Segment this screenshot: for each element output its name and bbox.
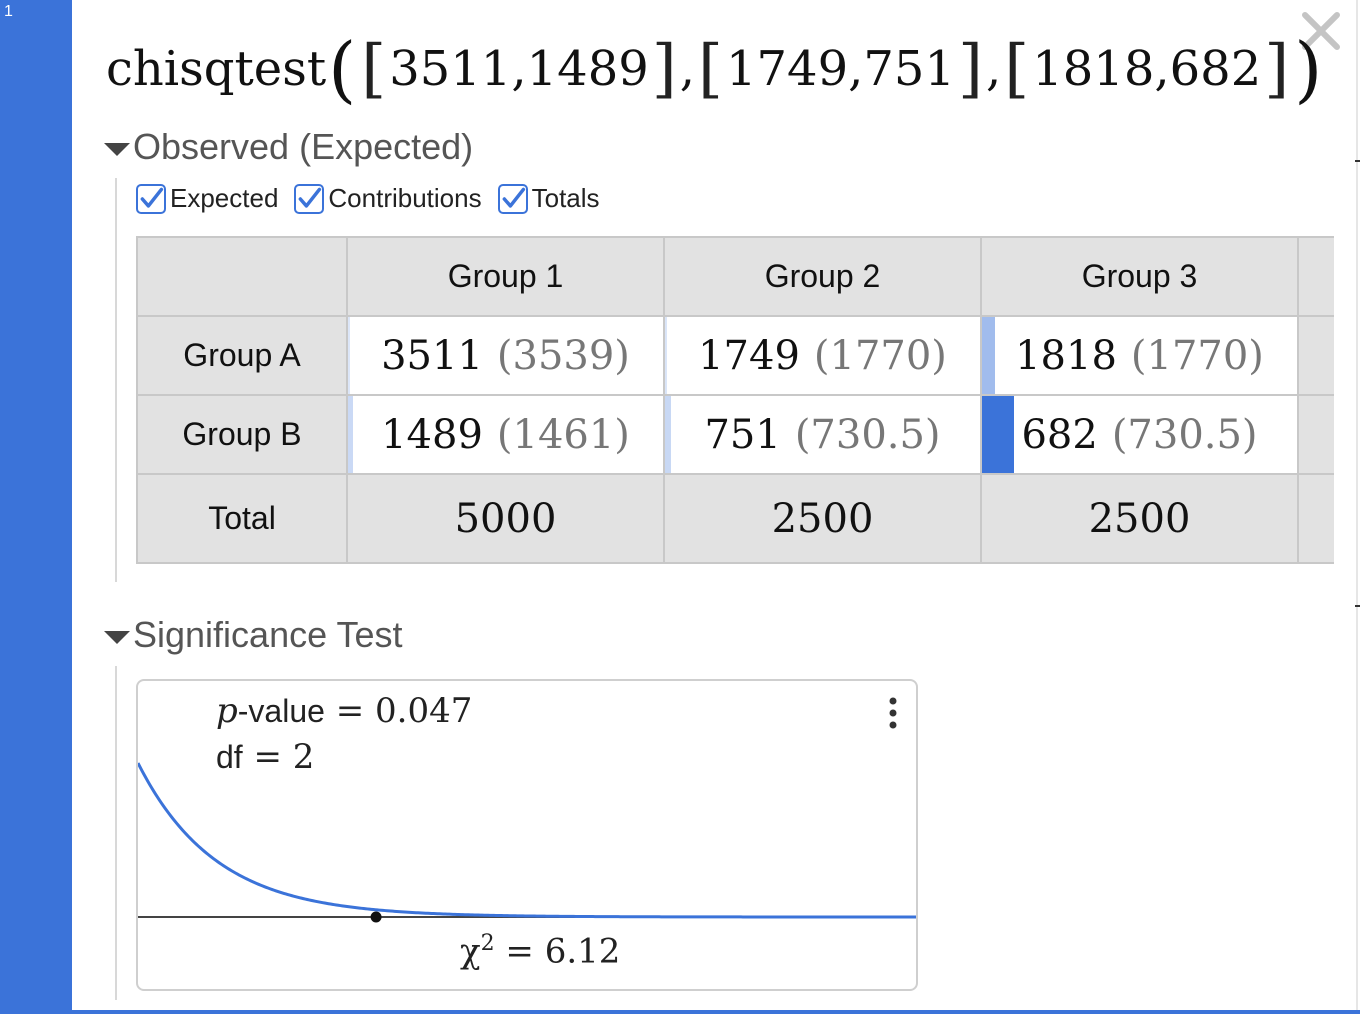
contributions-checkbox-label: Contributions [328, 183, 482, 213]
chi-exponent: 2 [480, 931, 495, 956]
p-symbol: p [216, 691, 238, 731]
row-header-group-b: Group B [136, 394, 348, 475]
open-paren: ( [328, 27, 357, 111]
observed-value: 682 [1021, 411, 1098, 458]
observed-value: 3511 [381, 332, 483, 379]
expected-value: (730.5) [794, 411, 941, 458]
contribution-bar [982, 396, 1014, 473]
table-cell[interactable]: 1818 (1770) [980, 315, 1299, 396]
p-value-word: -value [237, 693, 325, 729]
contribution-bar [982, 317, 995, 394]
list-3-value-1: 1818 [1032, 41, 1155, 97]
list-1-value-1: 3511 [389, 41, 512, 97]
collapse-triangle-icon [104, 142, 130, 156]
df-value: 2 [292, 737, 315, 777]
list-2-value-2: 751 [863, 41, 956, 97]
expression-input[interactable]: chisqtest ( [ 3511, 1489 ], [ 1749, 751 ],… [106, 24, 1324, 114]
scroll-tick [1355, 605, 1360, 607]
chi-value: 6.12 [544, 931, 621, 972]
table-row: Group A 3511 (3539) 1749 (1770) 1818 (1770) [136, 315, 1339, 396]
observed-section-toggle[interactable]: Observed (Expected) [104, 126, 473, 168]
line-number: 1 [4, 3, 13, 20]
list-2-value-1: 1749 [725, 41, 849, 97]
extra-column-cell [1297, 315, 1339, 396]
checkbox-checked-icon [497, 183, 528, 214]
column-header-group-2: Group 2 [663, 236, 982, 317]
table-cell[interactable]: 751 (730.5) [663, 394, 982, 475]
significance-card: p-value = 0.047 df = 2 χ2 = 6.12 [136, 679, 918, 991]
totals-checkbox-label: Totals [531, 183, 600, 213]
expected-checkbox[interactable]: Expected [136, 183, 278, 214]
table-cell[interactable]: 3511 (3539) [346, 315, 665, 396]
extra-column-cell [1297, 394, 1339, 475]
expected-value: (1770) [813, 332, 947, 379]
table-header-row: Group 1 Group 2 Group 3 [136, 236, 1339, 317]
more-vertical-icon [889, 697, 897, 729]
observed-section-title: Observed (Expected) [133, 126, 474, 167]
p-value: 0.047 [375, 691, 473, 731]
expected-value: (1770) [1130, 332, 1264, 379]
table-cell[interactable]: 1489 (1461) [346, 394, 665, 475]
expected-checkbox-label: Expected [170, 183, 279, 213]
checkbox-checked-icon [136, 183, 166, 214]
totals-checkbox[interactable]: Totals [497, 183, 600, 214]
row-header-total: Total [136, 473, 348, 564]
expected-value: (3539) [496, 332, 630, 379]
total-group-2: 2500 [663, 473, 982, 564]
display-options: Expected Contributions Totals [136, 183, 616, 214]
df-line: df = 2 [216, 737, 315, 777]
left-gutter: 1 [0, 0, 72, 1014]
observed-value: 1489 [381, 411, 483, 458]
table-cell[interactable]: 1749 (1770) [663, 315, 982, 396]
total-group-3: 2500 [980, 473, 1299, 564]
chi-square-statistic-label: χ2 = 6.12 [460, 931, 621, 972]
scroll-tick [1355, 160, 1360, 162]
section-guide-line [115, 666, 117, 1000]
contribution-bar [665, 317, 667, 394]
p-value-line: p-value = 0.047 [216, 691, 473, 731]
contingency-table: Group 1 Group 2 Group 3 Group A 3511 (353… [136, 236, 1339, 564]
section-guide-line [115, 178, 117, 582]
totals-row: Total 5000 2500 2500 [136, 473, 1339, 564]
chi-square-curve [138, 762, 916, 919]
collapse-triangle-icon [104, 630, 130, 644]
contributions-checkbox[interactable]: Contributions [294, 183, 482, 214]
function-name: chisqtest [106, 41, 327, 97]
list-3-value-2: 682 [1169, 41, 1262, 97]
observed-value: 1749 [698, 332, 800, 379]
table-cell[interactable]: 682 (730.5) [980, 394, 1299, 475]
chi-symbol: χ [460, 931, 481, 972]
significance-section-title: Significance Test [133, 614, 403, 655]
list-1-value-2: 1489 [526, 41, 649, 97]
contribution-bar [665, 396, 671, 473]
table-row: Group B 1489 (1461) 751 (730.5) 682 (730.5) [136, 394, 1339, 475]
table-overflow-mask [1334, 232, 1356, 572]
total-group-1: 5000 [346, 473, 665, 564]
extra-column-header [1297, 236, 1339, 317]
row-header-group-a: Group A [136, 315, 348, 396]
df-label: df [216, 739, 243, 775]
extra-column-cell [1297, 473, 1339, 564]
observed-value: 751 [704, 411, 781, 458]
checkbox-checked-icon [294, 183, 325, 214]
column-header-group-1: Group 1 [346, 236, 665, 317]
corner-cell [136, 236, 348, 317]
test-statistic-point [370, 911, 382, 923]
expected-value: (1461) [496, 411, 630, 458]
more-options-button[interactable] [884, 695, 902, 731]
contribution-bar [348, 317, 350, 394]
panel-bottom-border [72, 1010, 1360, 1014]
column-header-group-3: Group 3 [980, 236, 1299, 317]
significance-section-toggle[interactable]: Significance Test [104, 614, 403, 656]
close-paren: ) [1294, 27, 1323, 111]
observed-value: 1818 [1015, 332, 1117, 379]
panel-right-edge [1356, 0, 1358, 1014]
contribution-bar [348, 396, 353, 473]
expected-value: (730.5) [1111, 411, 1258, 458]
